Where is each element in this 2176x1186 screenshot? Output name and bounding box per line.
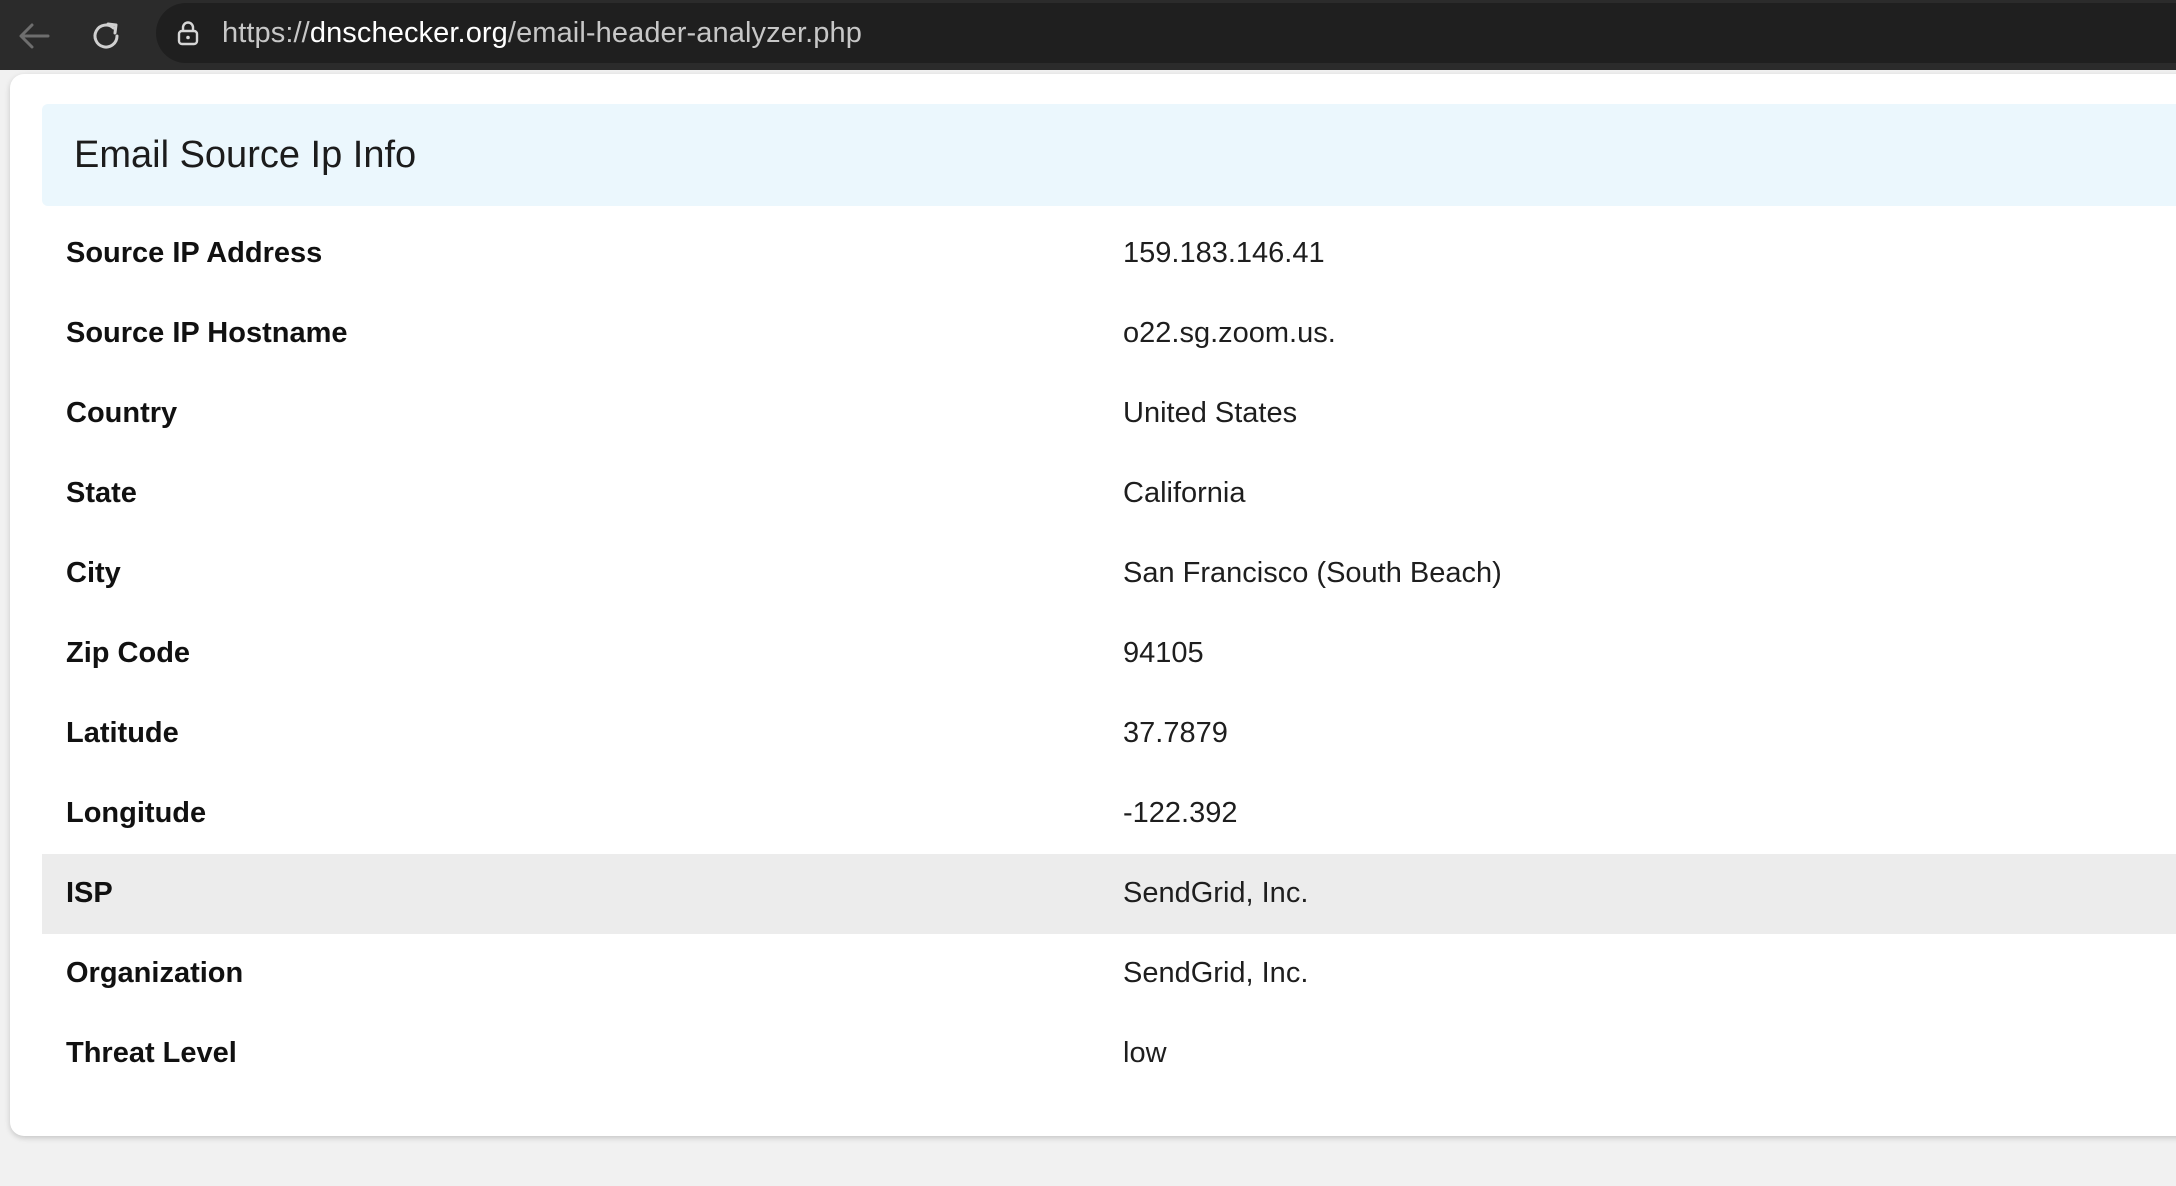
table-row: Latitude 37.7879 (42, 694, 2176, 774)
url-host: dnschecker.org (309, 17, 508, 49)
table-row: Threat Level low (42, 1014, 2176, 1094)
table-row: Organization SendGrid, Inc. (42, 934, 2176, 1014)
row-value: United States (1123, 397, 1298, 429)
back-arrow-icon (19, 23, 50, 49)
row-value: -122.392 (1123, 797, 1238, 829)
url-path: /email-header-analyzer.php (507, 17, 862, 49)
table-row: Country United States (42, 374, 2176, 454)
table-row: Source IP Address 159.183.146.41 (42, 214, 2176, 294)
table-row: State California (42, 454, 2176, 534)
table-row: Zip Code 94105 (42, 614, 2176, 694)
table-row: Longitude -122.392 (42, 774, 2176, 854)
row-label: Latitude (66, 717, 179, 749)
row-label: Source IP Hostname (66, 317, 348, 349)
row-value: San Francisco (South Beach) (1123, 557, 1502, 589)
reload-button[interactable] (80, 10, 132, 62)
row-label: Threat Level (66, 1037, 237, 1069)
row-value: o22.sg.zoom.us. (1123, 317, 1336, 349)
table-row: Source IP Hostname o22.sg.zoom.us. (42, 294, 2176, 374)
reload-icon (93, 22, 119, 49)
card-header: Email Source Ip Info (42, 104, 2176, 206)
row-value: 37.7879 (1123, 717, 1228, 749)
lock-icon[interactable] (174, 19, 202, 47)
address-bar[interactable]: https://dnschecker.org/email-header-anal… (156, 3, 2176, 63)
row-value: 159.183.146.41 (1123, 237, 1325, 269)
row-label: ISP (66, 877, 113, 909)
row-label: Organization (66, 957, 244, 989)
source-ip-info-card: Email Source Ip Info Source IP Address 1… (10, 74, 2176, 1136)
table-row-hovered: ISP SendGrid, Inc. (42, 854, 2176, 934)
table-row: City San Francisco (South Beach) (42, 534, 2176, 614)
browser-toolbar: https://dnschecker.org/email-header-anal… (0, 0, 2176, 70)
card-title: Email Source Ip Info (74, 134, 417, 176)
back-button[interactable] (8, 10, 60, 62)
page-viewport: Email Source Ip Info Source IP Address 1… (0, 70, 2176, 1186)
info-table: Source IP Address 159.183.146.41 Source … (42, 214, 2176, 1094)
row-label: City (66, 557, 121, 589)
row-label: Country (66, 397, 178, 429)
row-value: 94105 (1123, 637, 1204, 669)
url-text[interactable]: https://dnschecker.org/email-header-anal… (222, 16, 862, 50)
row-label: State (66, 477, 137, 509)
row-value: SendGrid, Inc. (1123, 957, 1309, 989)
url-prefix: https:// (222, 17, 310, 49)
row-label: Source IP Address (66, 237, 323, 269)
row-value: low (1123, 1037, 1167, 1069)
row-label: Longitude (66, 797, 207, 829)
row-label: Zip Code (66, 637, 191, 669)
row-value: California (1123, 477, 1246, 509)
row-value: SendGrid, Inc. (1123, 877, 1309, 909)
